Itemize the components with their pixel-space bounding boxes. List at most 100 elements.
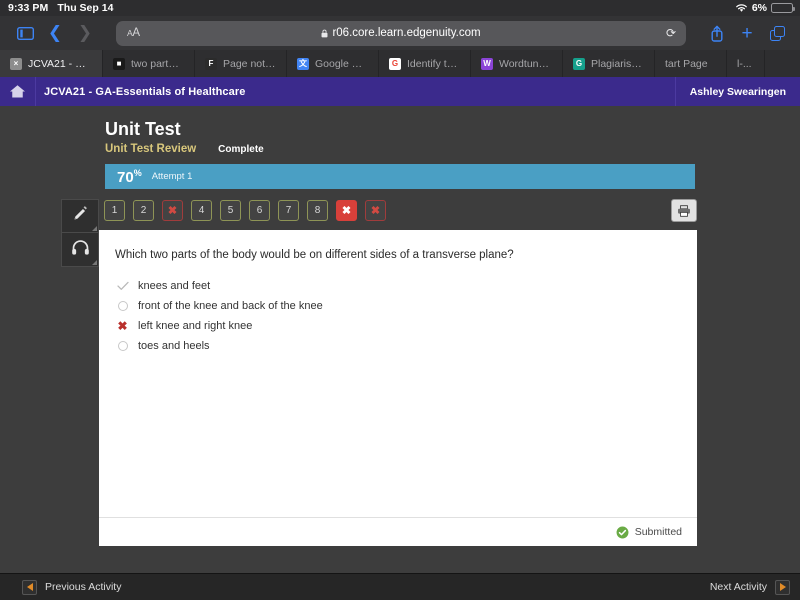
question-nav-item-3[interactable]: ✖	[162, 200, 183, 221]
answer-choice-label: left knee and right knee	[138, 320, 253, 332]
tool-rail	[61, 199, 99, 267]
tab-label: Page not fou...	[223, 57, 276, 70]
question-nav-item-2[interactable]: 2	[133, 200, 154, 221]
submitted-label: Submitted	[634, 526, 682, 538]
score-value: 70%	[117, 167, 142, 186]
text-size-button[interactable]: AAAA	[127, 27, 140, 39]
question-nav: 1 2 ✖ 4 5 6 7 8 ✖ ✖	[104, 200, 386, 221]
browser-tab[interactable]: ■ two parts of...	[103, 50, 195, 77]
browser-tab[interactable]: G Plagiarism C...	[563, 50, 655, 77]
url-text: r06.core.learn.edgenuity.com	[332, 27, 481, 39]
arrow-left-icon	[22, 579, 37, 595]
check-icon	[116, 281, 129, 291]
print-button[interactable]	[671, 199, 697, 222]
page-title: Unit Test	[105, 119, 181, 139]
black-square-icon: ■	[113, 57, 125, 70]
browser-tab[interactable]: l-...	[727, 50, 765, 77]
home-icon	[9, 84, 26, 99]
bottom-navigation: Previous Activity Next Activity	[0, 573, 800, 600]
lock-icon	[321, 29, 328, 38]
f-circle-icon: F	[205, 57, 217, 70]
date: Thu Sep 14	[57, 2, 114, 14]
question-nav-item-4[interactable]: 4	[191, 200, 212, 221]
previous-activity-button[interactable]: Previous Activity	[22, 579, 122, 595]
tab-label: JCVA21 - GA...	[28, 57, 92, 70]
clock: 9:33 PM	[8, 2, 49, 14]
status-bar-left: 9:33 PM Thu Sep 14	[8, 2, 113, 14]
forward-button: ❯	[77, 22, 93, 43]
new-tab-button[interactable]: +	[732, 18, 762, 48]
tab-label: l-...	[737, 57, 752, 70]
next-activity-button[interactable]: Next Activity	[709, 579, 790, 595]
answer-choices: knees and feet front of the knee and back…	[116, 276, 681, 356]
battery-icon	[771, 2, 795, 14]
url-display: r06.core.learn.edgenuity.com	[321, 27, 481, 39]
arrow-right-icon	[775, 579, 790, 595]
tab-label: Wordtune Ed...	[499, 57, 552, 70]
x-square-icon: ×	[10, 57, 22, 70]
address-bar[interactable]: AAAA r06.core.learn.edgenuity.com ⟳	[116, 20, 686, 46]
audio-tool-button[interactable]	[61, 233, 99, 267]
wordtune-icon: W	[481, 57, 493, 70]
answer-choice-label: front of the knee and back of the knee	[138, 300, 323, 312]
question-card: Which two parts of the body would be on …	[99, 230, 697, 546]
answer-choice[interactable]: ✖ left knee and right knee	[116, 316, 681, 336]
question-nav-item-9[interactable]: ✖	[336, 200, 357, 221]
tab-label: Google Tran...	[315, 57, 368, 70]
status-bar-right: 6%	[735, 2, 795, 14]
headphones-icon	[71, 239, 90, 261]
browser-tab[interactable]: F Page not fou...	[195, 50, 287, 77]
tab-label: Identify the t...	[407, 57, 460, 70]
assignment-status: Complete	[218, 144, 264, 155]
tabs-icon[interactable]	[762, 18, 792, 48]
attempt-label: Attempt 1	[151, 171, 193, 182]
ios-status-bar: 9:33 PM Thu Sep 14 6%	[0, 0, 800, 16]
browser-tab[interactable]: tart Page	[655, 50, 727, 77]
sidebar-icon[interactable]	[10, 18, 40, 48]
question-nav-item-8[interactable]: 8	[307, 200, 328, 221]
battery-percent-label: 6%	[751, 2, 767, 14]
course-title: JCVA21 - GA-Essentials of Healthcare	[44, 85, 246, 98]
share-icon[interactable]	[702, 18, 732, 48]
pencil-icon	[71, 204, 90, 228]
answer-choice[interactable]: toes and heels	[116, 336, 681, 356]
browser-tab[interactable]: × JCVA21 - GA...	[0, 50, 103, 77]
next-activity-label: Next Activity	[709, 581, 767, 593]
tab-label: two parts of...	[131, 57, 184, 70]
browser-tab[interactable]: G Identify the t...	[379, 50, 471, 77]
tab-label: Plagiarism C...	[591, 57, 644, 70]
app-root: 9:33 PM Thu Sep 14 6% ❮ ❯ AA r06.core.le…	[0, 0, 800, 600]
radio-unselected-icon	[116, 341, 129, 351]
course-header: JCVA21 - GA-Essentials of Healthcare Ash…	[0, 77, 800, 106]
previous-activity-label: Previous Activity	[45, 581, 122, 593]
assignment-review-label: Unit Test Review	[105, 143, 197, 155]
answer-choice[interactable]: knees and feet	[116, 276, 681, 296]
answer-choice[interactable]: front of the knee and back of the knee	[116, 296, 681, 316]
answer-choice-label: knees and feet	[138, 280, 211, 292]
browser-tab[interactable]: 文 Google Tran...	[287, 50, 379, 77]
highlighter-tool-button[interactable]	[61, 199, 99, 233]
question-nav-item-10[interactable]: ✖	[365, 200, 386, 221]
browser-tab[interactable]: W Wordtune Ed...	[471, 50, 563, 77]
home-button[interactable]	[0, 77, 36, 106]
reload-icon[interactable]: ⟳	[666, 26, 676, 40]
check-circle-icon	[616, 526, 629, 539]
question-nav-item-5[interactable]: 5	[220, 200, 241, 221]
question-nav-item-6[interactable]: 6	[249, 200, 270, 221]
radio-unselected-icon	[116, 301, 129, 311]
google-icon: G	[389, 57, 401, 70]
question-prompt: Which two parts of the body would be on …	[115, 249, 514, 261]
score-bar: 70% Attempt 1	[105, 164, 695, 189]
back-button[interactable]: ❮	[40, 18, 70, 48]
tab-label: tart Page	[665, 57, 708, 70]
activity-page: Unit Test Unit Test Review Complete 70% …	[0, 106, 800, 573]
grammarly-icon: G	[573, 57, 585, 70]
answer-choice-label: toes and heels	[138, 340, 210, 352]
question-nav-item-7[interactable]: 7	[278, 200, 299, 221]
browser-toolbar: ❮ ❯ AAAA r06.core.learn.edgenuity.com ⟳	[0, 16, 800, 50]
assignment-subline: Unit Test Review Complete	[105, 143, 264, 155]
user-menu[interactable]: Ashley Swearingen	[674, 77, 800, 106]
google-translate-icon: 文	[297, 57, 309, 70]
user-name: Ashley Swearingen	[689, 85, 786, 98]
question-nav-item-1[interactable]: 1	[104, 200, 125, 221]
